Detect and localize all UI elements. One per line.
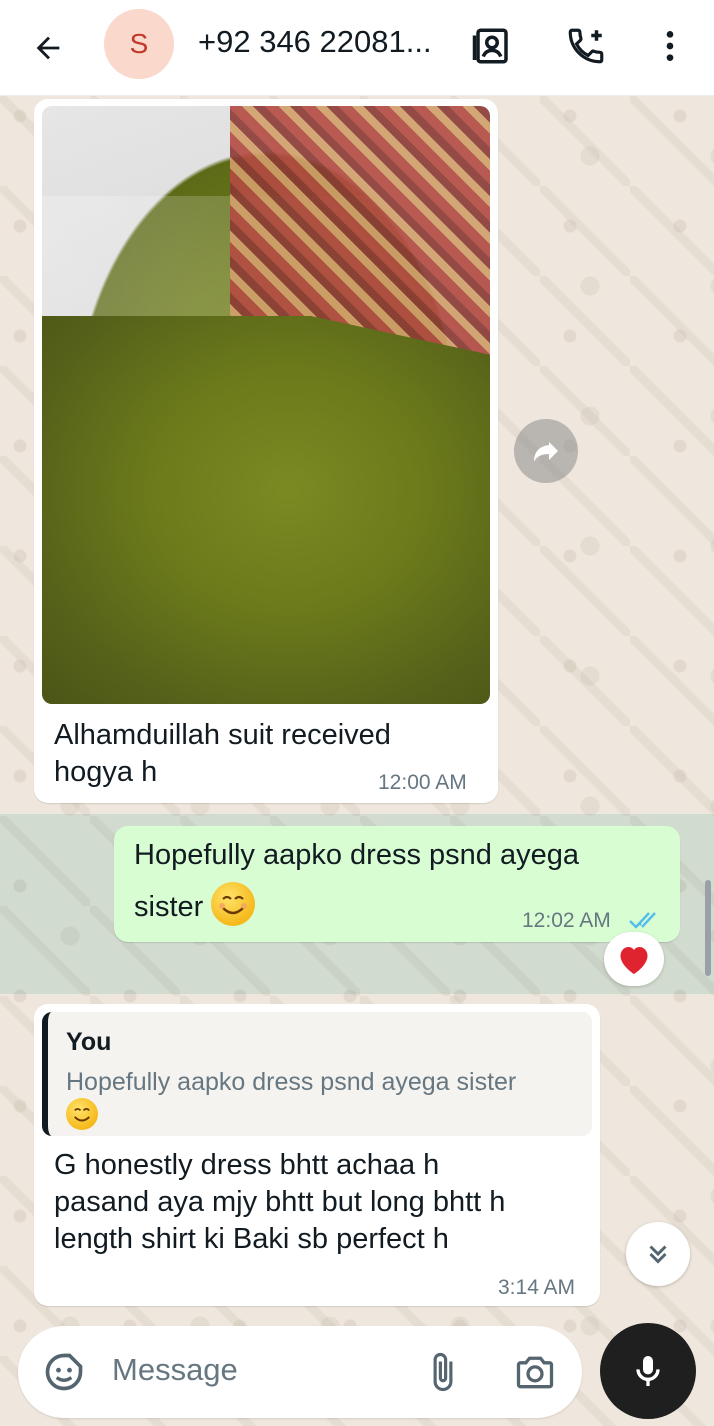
add-call-icon (568, 28, 604, 64)
quote-text: Hopefully aapko dress psnd ayega sister (66, 1066, 586, 1132)
read-receipt-icon (629, 912, 656, 929)
forward-icon (534, 442, 558, 462)
message-time: 3:14 AM (498, 1276, 576, 1299)
heart-icon (620, 947, 648, 974)
contact-name[interactable]: +92 346 22081... (198, 24, 448, 60)
back-arrow-icon (36, 36, 60, 60)
message-time: 12:02 AM (522, 909, 611, 932)
message-composer[interactable]: Message (18, 1326, 582, 1418)
avatar[interactable]: S (104, 9, 174, 79)
message-text: G honestly dress bhtt achaa h pasand aya… (54, 1147, 594, 1258)
back-button[interactable] (26, 26, 70, 70)
message-line: G honestly dress bhtt achaa h (54, 1149, 440, 1181)
message-line-text: sister (134, 891, 204, 923)
contact-card-icon (472, 28, 508, 64)
add-call-button[interactable] (562, 22, 610, 70)
contact-card-button[interactable] (468, 22, 516, 70)
smiling-emoji-icon (66, 1098, 98, 1130)
avatar-letter: S (129, 28, 149, 59)
message-line: pasand aya mjy bhtt but long bhtt h (54, 1186, 506, 1218)
more-vert-icon (666, 31, 674, 61)
green-suit-image-area (42, 316, 490, 704)
message-time: 12:00 AM (378, 771, 467, 794)
scroll-to-bottom-button[interactable] (626, 1222, 690, 1286)
smiling-emoji-icon (211, 882, 256, 926)
quote-text-content: Hopefully aapko dress psnd ayega sister (66, 1068, 517, 1096)
chat-header: S +92 346 22081... (0, 0, 714, 96)
quote-author: You (66, 1028, 112, 1056)
message-input[interactable]: Message (112, 1352, 238, 1388)
quoted-message[interactable]: You Hopefully aapko dress psnd ayega sis… (42, 1012, 592, 1136)
double-chevron-down-icon (649, 1245, 667, 1264)
scrollbar[interactable] (705, 880, 711, 976)
attach-icon[interactable] (422, 1348, 464, 1396)
message-line: Alhamduillah suit received (54, 719, 391, 751)
voice-message-button[interactable] (600, 1323, 696, 1419)
forward-button[interactable] (514, 419, 578, 483)
sticker-icon[interactable] (42, 1350, 86, 1394)
more-options-button[interactable] (646, 22, 694, 70)
message-line: Hopefully aapko dress psnd ayega (134, 839, 579, 871)
reaction-badge[interactable] (604, 932, 664, 986)
mic-icon (636, 1356, 660, 1386)
photo-attachment[interactable] (42, 106, 490, 704)
camera-icon[interactable] (512, 1350, 558, 1394)
message-line: length shirt ki Baki sb perfect h (54, 1223, 449, 1255)
